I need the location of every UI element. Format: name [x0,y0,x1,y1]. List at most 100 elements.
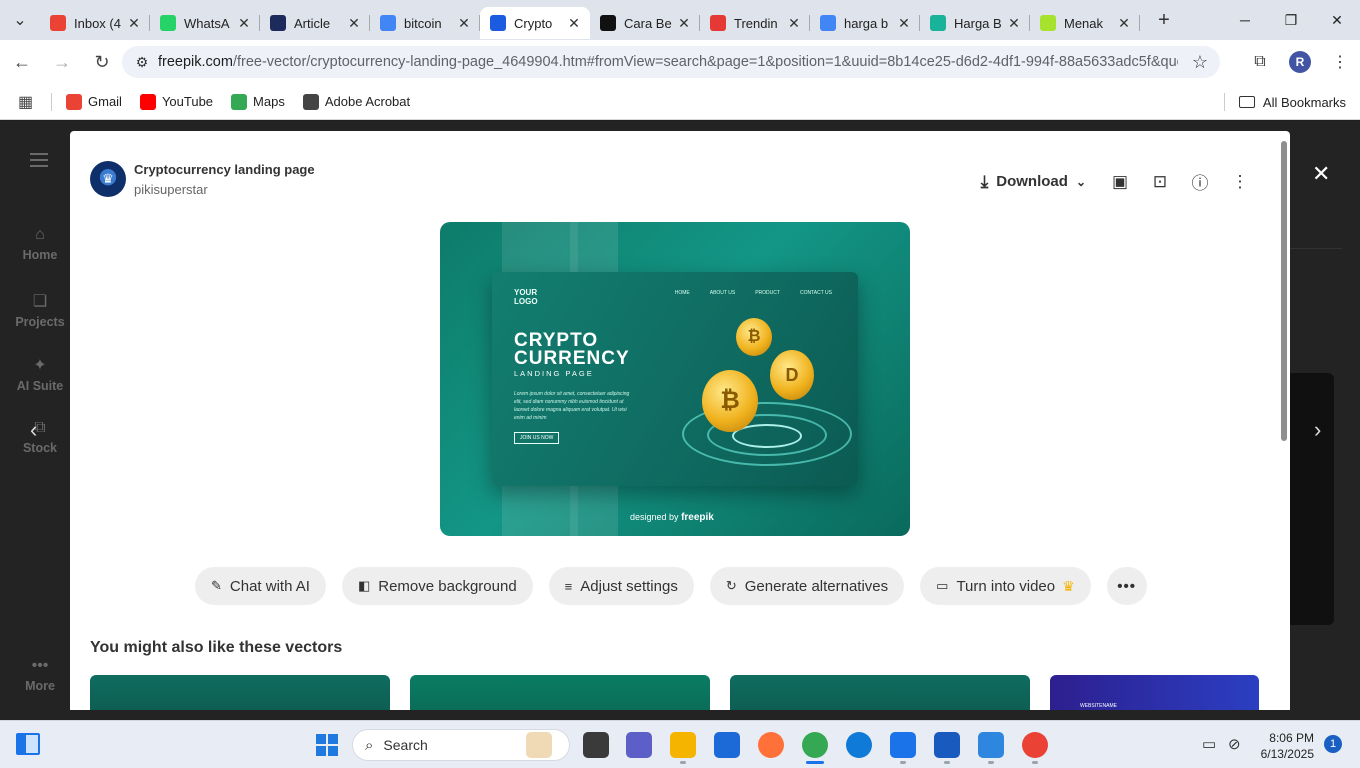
nav-item-0[interactable]: ⌂ Home [0,226,80,262]
preview-image[interactable]: YOUR LOGO HOME ABOUT US PRODUCT CONTACT US C… [440,222,910,536]
display-icon[interactable]: ▭ [1202,735,1216,753]
tool-button-3[interactable]: ↻ Generate alternatives [709,567,905,605]
related-thumbnail[interactable] [730,675,1030,710]
network-icon[interactable]: ⊘ [1228,735,1241,753]
prev-arrow-icon[interactable]: ‹ [30,417,37,443]
nav-item-3[interactable]: ⧉ Stock [0,419,80,455]
maximize-button[interactable]: ❐ [1268,0,1314,40]
close-window-button[interactable]: ✕ [1314,0,1360,40]
tab-title: Harga B [954,15,1002,31]
extensions-icon[interactable]: ⧉ [1240,53,1280,71]
tab-5[interactable]: Cara Be ✕ [590,7,700,39]
save-to-collection-icon[interactable]: ▣ [1100,172,1140,192]
reload-button[interactable]: ↻ [84,44,120,80]
scrollbar[interactable] [1280,141,1288,701]
tool-button-0[interactable]: ✎ Chat with AI [195,567,326,605]
tab-1[interactable]: WhatsA ✕ [150,7,260,39]
chrome-app-icon[interactable] [802,732,828,758]
close-tab-icon[interactable]: ✕ [1006,15,1022,32]
related-thumbnail[interactable]: WEBSITENAME [1050,675,1259,710]
apps-grid-icon[interactable]: ▦ [0,92,52,111]
word-app-icon[interactable] [934,732,960,758]
tab-title: Cara Be [624,15,672,31]
minimize-button[interactable]: ─ [1222,0,1268,40]
next-arrow-icon[interactable]: › [1314,417,1321,443]
gmail-icon [50,15,66,31]
close-tab-icon[interactable]: ✕ [236,15,252,32]
site-info-icon[interactable]: ⚙ [132,52,152,72]
freepik-icon [490,15,506,31]
clock[interactable]: 8:06 PM 6/13/2025 [1258,730,1314,762]
widgets-icon[interactable] [16,733,40,755]
teams-app-icon[interactable] [626,732,652,758]
projects-icon: ❏ [32,293,48,310]
address-bar[interactable]: ⚙ freepik.com/free-vector/cryptocurrency… [122,46,1220,78]
tool-button-2[interactable]: ≡ Adjust settings [548,567,694,605]
tab-search-button[interactable]: ⌄ [0,0,40,40]
trend-icon [710,15,726,31]
photos-app-icon[interactable] [978,732,1004,758]
profile-avatar[interactable]: R [1289,51,1311,73]
related-thumbnail[interactable] [410,675,710,710]
bookmark-3[interactable]: Adobe Acrobat [302,93,410,110]
bookmark-1[interactable]: YouTube [139,93,213,110]
forward-button[interactable]: → [44,44,80,80]
more-dots-icon: ••• [31,657,49,674]
close-tab-icon[interactable]: ✕ [126,15,142,32]
youtube-icon [139,93,156,110]
edge-app-icon[interactable] [846,732,872,758]
nav-item-4[interactable]: ••• More [0,657,80,693]
notepad-app-icon[interactable] [890,732,916,758]
close-tab-icon[interactable]: ✕ [1116,15,1132,32]
start-windows-icon[interactable] [316,734,338,756]
close-tab-icon[interactable]: ✕ [896,15,912,32]
tab-4[interactable]: Crypto ✕ [480,7,590,39]
bookmark-2[interactable]: Maps [231,93,285,110]
bookmark-0[interactable]: Gmail [66,93,122,110]
tab-0[interactable]: Inbox (4 ✕ [40,7,150,39]
all-bookmarks-button[interactable]: All Bookmarks [1223,93,1346,111]
tool-button-4[interactable]: ▭ Turn into video ♛ [920,567,1091,605]
notification-badge[interactable]: 1 [1324,735,1342,753]
close-modal-icon[interactable]: ✕ [1312,161,1330,187]
plus-icon: + [1158,8,1170,31]
running-indicator [900,761,906,764]
tab-8[interactable]: Harga B ✕ [920,7,1030,39]
close-tab-icon[interactable]: ✕ [566,15,582,32]
clock-date: 6/13/2025 [1260,747,1314,761]
url-text[interactable]: freepik.com/free-vector/cryptocurrency-l… [158,54,1178,70]
author-name[interactable]: pikisuperstar [134,182,315,197]
close-tab-icon[interactable]: ✕ [456,15,472,32]
tab-2[interactable]: Article ✕ [260,7,370,39]
close-tab-icon[interactable]: ✕ [786,15,802,32]
related-thumbnail[interactable] [90,675,390,710]
more-options-icon[interactable]: ⋮ [1220,172,1260,192]
back-button[interactable]: ← [4,44,40,80]
new-tab-button[interactable]: + [1146,4,1182,36]
scrollbar-thumb[interactable] [1281,141,1287,441]
author-avatar[interactable]: ♛ [90,161,126,197]
terminal-app-icon[interactable] [583,732,609,758]
store-app-icon[interactable] [714,732,740,758]
file-explorer-icon[interactable] [670,732,696,758]
hamburger-icon[interactable] [30,153,48,171]
close-tab-icon[interactable]: ✕ [346,15,362,32]
tab-6[interactable]: Trendin ✕ [700,7,810,39]
info-icon[interactable]: ⓘ [1180,169,1220,194]
news-widget-icon[interactable] [526,732,552,758]
close-tab-icon[interactable]: ✕ [676,15,692,32]
download-button[interactable]: ⤓ Download ⌄ [981,172,1086,192]
nav-item-2[interactable]: ✦ AI Suite [0,355,80,393]
more-tools-button[interactable]: ••• [1106,567,1147,605]
firefox-app-icon[interactable] [758,732,784,758]
bookmark-star-icon[interactable]: ☆ [1192,52,1208,73]
image-edit-icon[interactable]: ⊡ [1140,172,1180,192]
nav-item-1[interactable]: ❏ Projects [0,291,80,329]
chrome-profile-app-icon[interactable] [1022,732,1048,758]
tab-9[interactable]: Menak ✕ [1030,7,1140,39]
tab-3[interactable]: bitcoin ✕ [370,7,480,39]
tool-button-1[interactable]: ◧ Remove background [341,567,533,605]
preview-subheading: LANDING PAGE [514,369,594,378]
menu-kebab-icon[interactable]: ⋮ [1320,52,1360,72]
tab-7[interactable]: harga b ✕ [810,7,920,39]
